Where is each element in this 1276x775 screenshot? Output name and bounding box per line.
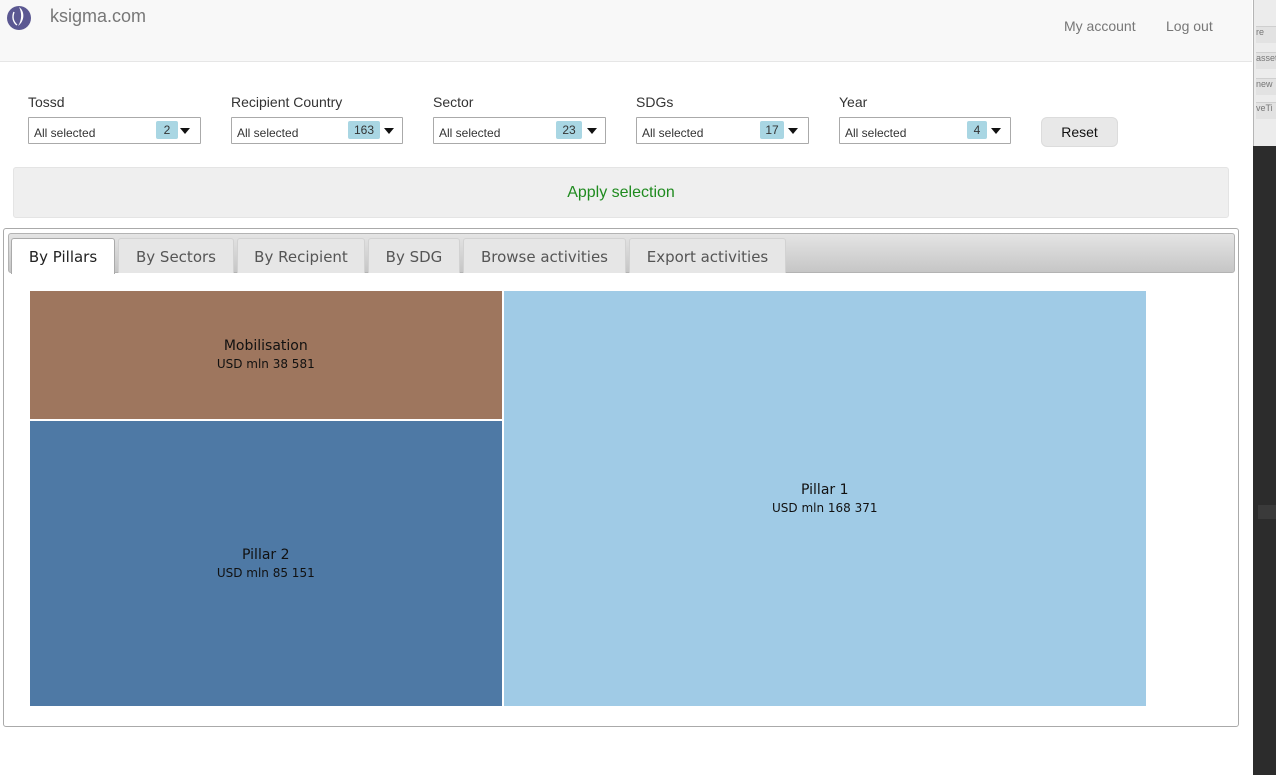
select-value: All selected [845, 126, 907, 140]
apply-selection-button[interactable]: Apply selection [13, 167, 1229, 218]
select-value: All selected [439, 126, 501, 140]
year-select[interactable]: All selected 4 [839, 117, 1011, 144]
adjacent-window-toolbar [1253, 0, 1276, 146]
sdgs-select[interactable]: All selected 17 [636, 117, 809, 144]
selected-count-badge: 17 [760, 121, 784, 139]
my-account-link[interactable]: My account [1064, 18, 1136, 34]
tab-browse-activities[interactable]: Browse activities [463, 238, 626, 273]
selected-count-badge: 163 [348, 121, 380, 139]
filter-sector: Sector All selected 23 [433, 94, 606, 144]
tab-export-activities[interactable]: Export activities [629, 238, 786, 273]
adjacent-window-item[interactable]: new [1256, 78, 1276, 95]
log-out-link[interactable]: Log out [1166, 18, 1213, 34]
tab-by-pillars[interactable]: By Pillars [11, 238, 115, 274]
treemap-cell-value: USD mln 38 581 [216, 357, 315, 371]
chevron-down-icon[interactable] [384, 128, 394, 134]
chevron-down-icon[interactable] [587, 128, 597, 134]
filter-label: Recipient Country [231, 94, 343, 110]
filter-label: Tossd [28, 94, 65, 110]
sector-select[interactable]: All selected 23 [433, 117, 606, 144]
treemap-cell-value: USD mln 168 371 [772, 500, 878, 515]
selected-count-badge: 2 [156, 121, 178, 139]
tossd-select[interactable]: All selected 2 [28, 117, 201, 144]
chevron-down-icon[interactable] [180, 128, 190, 134]
treemap-cell[interactable]: Mobilisation USD mln 38 581 [29, 290, 503, 421]
reset-button[interactable]: Reset [1041, 117, 1118, 147]
filter-tossd: Tossd All selected 2 [28, 94, 201, 144]
adjacent-window-item[interactable]: asset [1256, 52, 1276, 69]
filter-label: SDGs [636, 94, 674, 110]
ksigma-logo-icon[interactable] [5, 2, 35, 32]
selected-count-badge: 4 [967, 121, 987, 139]
chevron-down-icon[interactable] [991, 128, 1001, 134]
recipient-country-select[interactable]: All selected 163 [231, 117, 403, 144]
treemap-cell-name: Pillar 1 [801, 481, 849, 498]
treemap-cell-name: Pillar 2 [242, 546, 290, 563]
filter-sdgs: SDGs All selected 17 [636, 94, 809, 144]
adjacent-window-marker [1258, 505, 1276, 519]
selected-count-badge: 23 [556, 121, 582, 139]
treemap-cell[interactable]: Pillar 1 USD mln 168 371 [502, 290, 1147, 707]
filter-recipient-country: Recipient Country All selected 163 [231, 94, 403, 144]
select-value: All selected [237, 126, 299, 140]
adjacent-window-item[interactable]: veTi [1256, 102, 1276, 119]
top-navbar: ksigma.com My account Log out [0, 0, 1252, 62]
filter-label: Sector [433, 94, 474, 110]
filter-label: Year [839, 94, 868, 110]
brand-name[interactable]: ksigma.com [50, 6, 146, 27]
tab-by-sectors[interactable]: By Sectors [118, 238, 234, 273]
pillars-treemap: Mobilisation USD mln 38 581 Pillar 2 USD ml… [29, 290, 1147, 707]
treemap-cell[interactable]: Pillar 2 USD mln 85 151 [29, 420, 503, 707]
chevron-down-icon[interactable] [788, 128, 798, 134]
treemap-cell-value: USD mln 85 151 [216, 565, 315, 580]
adjacent-window-item[interactable]: re [1256, 26, 1276, 43]
tab-by-recipient[interactable]: By Recipient [237, 238, 365, 273]
select-value: All selected [642, 126, 704, 140]
select-value: All selected [34, 126, 96, 140]
filter-year: Year All selected 4 [839, 94, 1011, 144]
treemap-cell-name: Mobilisation [223, 338, 308, 354]
tab-by-sdg[interactable]: By SDG [368, 238, 460, 273]
